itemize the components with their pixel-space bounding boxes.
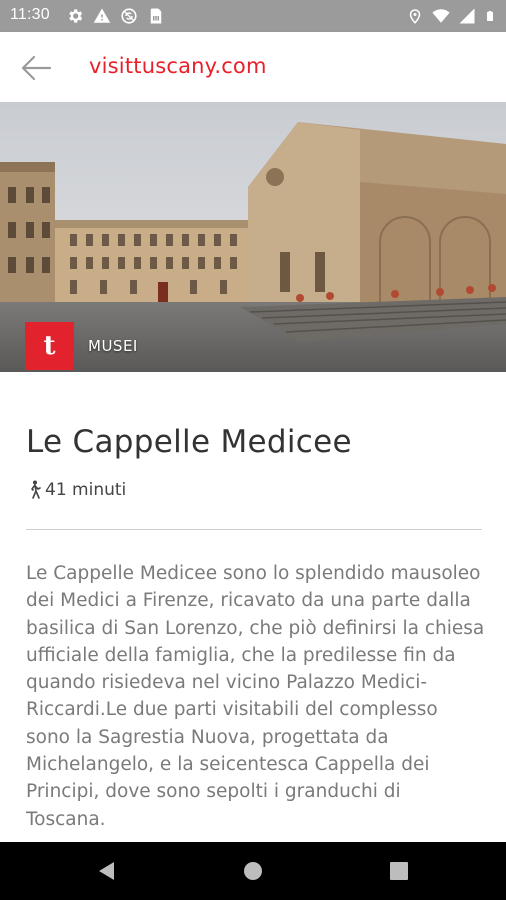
site-title[interactable]: visittuscany.com bbox=[89, 54, 267, 78]
poi-description: Le Cappelle Medicee sono lo splendido ma… bbox=[26, 563, 485, 830]
status-time: 11:30 bbox=[10, 6, 50, 23]
duration-text: 41 minuti bbox=[45, 480, 127, 500]
gear-icon bbox=[69, 9, 83, 23]
category-tag: t MUSEI bbox=[25, 322, 138, 370]
visittuscany-logo: t bbox=[25, 322, 74, 370]
nav-recents-icon bbox=[390, 862, 408, 880]
nav-back-icon bbox=[99, 862, 114, 880]
divider bbox=[26, 529, 482, 530]
walking-duration: 41 minuti bbox=[27, 480, 126, 500]
category-label: MUSEI bbox=[88, 337, 138, 355]
nav-home-icon bbox=[244, 862, 262, 880]
wifi-icon bbox=[432, 9, 450, 23]
walking-icon bbox=[31, 480, 41, 499]
app-bar: visittuscany.com bbox=[0, 32, 506, 102]
sync-icon bbox=[121, 8, 137, 24]
sim-card-icon bbox=[150, 8, 162, 24]
page-title: Le Cappelle Medicee bbox=[26, 424, 352, 460]
nav-recents-button[interactable] bbox=[379, 856, 419, 886]
battery-icon bbox=[487, 11, 493, 21]
nav-back-button[interactable] bbox=[86, 856, 126, 886]
nav-home-button[interactable] bbox=[233, 856, 273, 886]
alert-icon bbox=[93, 8, 111, 23]
back-button[interactable] bbox=[14, 46, 58, 90]
location-icon bbox=[409, 9, 421, 24]
status-bar: 11:30 bbox=[0, 0, 506, 32]
arrow-back-icon bbox=[21, 55, 52, 81]
signal-icon bbox=[459, 8, 475, 24]
system-nav-bar bbox=[0, 842, 506, 900]
